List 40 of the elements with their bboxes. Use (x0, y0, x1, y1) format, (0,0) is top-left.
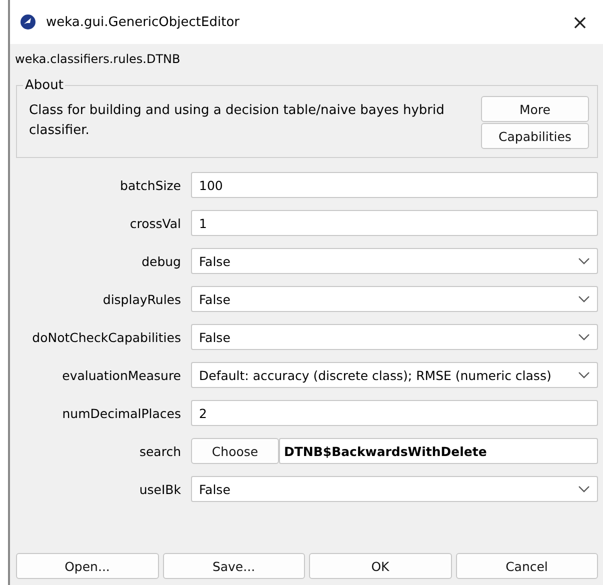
dropdown[interactable]: False (191, 324, 598, 350)
about-legend: About (23, 78, 66, 93)
property-label: evaluationMeasure (61, 368, 181, 382)
dropdown[interactable]: False (191, 248, 598, 274)
input-field[interactable]: 100 (191, 172, 598, 198)
chevron-down-icon (578, 333, 590, 341)
dropdown[interactable]: Default: accuracy (discrete class); RMSE (numeric class) (191, 362, 598, 388)
dropdown-value: False (199, 482, 230, 496)
about-button[interactable]: Capabilities (481, 123, 589, 149)
input-field[interactable]: 2 (191, 400, 598, 426)
property-label: numDecimalPlaces (61, 406, 181, 420)
dialog-button[interactable]: Save... (162, 553, 305, 579)
dropdown-value: Default: accuracy (discrete class); RMSE (numeric class) (199, 368, 552, 382)
class-name: weka.classifiers.rules.DTNB (15, 52, 182, 68)
property-label: doNotCheckCapabilities (31, 330, 181, 344)
property-label: crossVal (128, 216, 181, 230)
property-label: search (138, 444, 181, 458)
chevron-down-icon (578, 257, 590, 265)
about-text: Class for building and using a decision table/naive bayes hybrid classifier. (29, 102, 446, 140)
about-button[interactable]: More (481, 96, 589, 122)
close-button[interactable]: × (557, 0, 603, 44)
chevron-down-icon (578, 485, 590, 493)
dialog-button[interactable]: Cancel (456, 553, 598, 579)
dropdown[interactable]: False (191, 286, 598, 312)
property-label: batchSize (119, 178, 181, 192)
chevron-down-icon (578, 371, 590, 379)
dropdown-value: False (199, 254, 230, 268)
input-field[interactable]: 1 (191, 210, 598, 236)
chevron-down-icon (578, 295, 590, 303)
choose-button[interactable]: Choose (191, 438, 279, 464)
dropdown[interactable]: False (191, 476, 598, 502)
property-label: displayRules (102, 292, 181, 306)
property-label: useIBk (138, 482, 181, 496)
window-title: weka.gui.GenericObjectEditor (46, 14, 240, 30)
dropdown-value: False (199, 292, 230, 306)
dropdown-value: False (199, 330, 230, 344)
dialog-button[interactable]: Open... (16, 553, 158, 579)
dialog-button[interactable]: OK (309, 553, 452, 579)
property-label: debug (140, 254, 181, 268)
chosen-value: DTNB$BackwardsWithDelete (279, 438, 598, 464)
